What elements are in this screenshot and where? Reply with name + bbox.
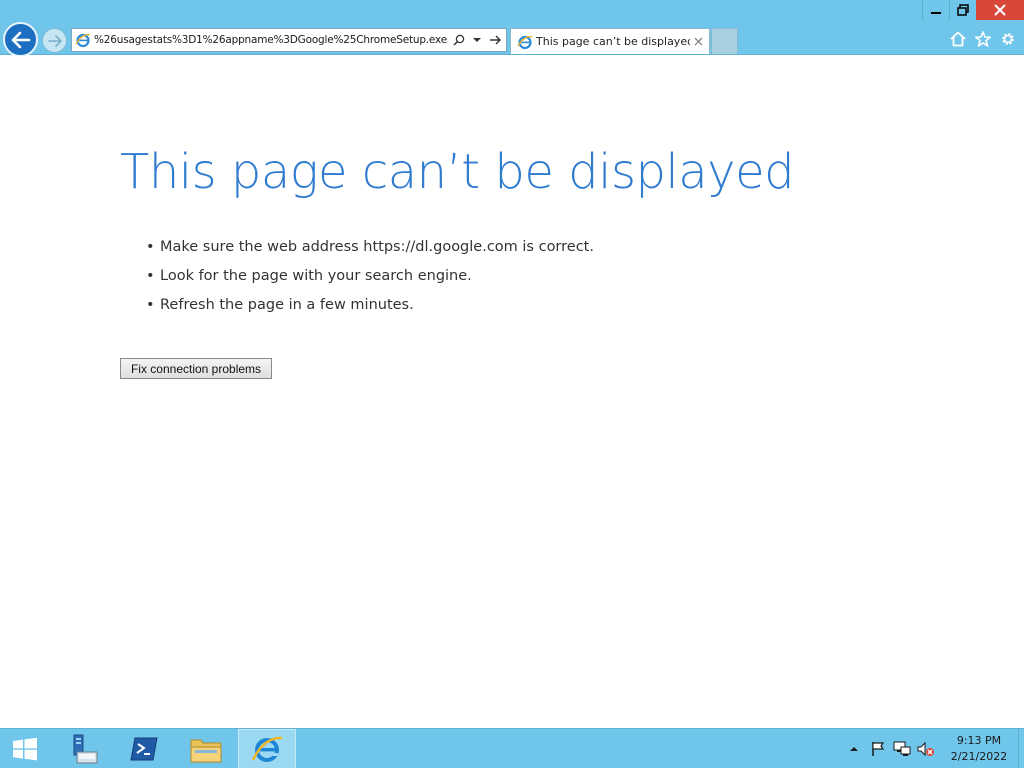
ie-favicon-icon (72, 29, 94, 51)
show-hidden-icons-chevron-icon[interactable] (844, 739, 864, 759)
server-manager-icon (73, 734, 98, 764)
suggestion-text: Refresh the page in a few minutes. (160, 297, 414, 313)
list-item: • Refresh the page in a few minutes. (146, 294, 594, 323)
taskbar-file-explorer[interactable] (180, 729, 232, 768)
page-title: This page can’t be displayed (120, 144, 795, 200)
ie-favicon-icon (514, 31, 536, 53)
forward-button[interactable] (42, 28, 67, 53)
minimize-icon (931, 12, 941, 14)
bullet: • (146, 268, 155, 284)
clock[interactable]: 9:13 PM 2/21/2022 (944, 733, 1014, 765)
window-controls (922, 0, 1024, 20)
taskbar-powershell[interactable] (118, 729, 170, 768)
clock-time: 9:13 PM (956, 734, 1002, 747)
page-content: This page can’t be displayed • Make sure … (0, 56, 1024, 728)
show-desktop-button[interactable] (1018, 729, 1024, 768)
gear-icon[interactable] (998, 28, 1018, 50)
restore-icon (957, 4, 969, 16)
go-arrow-icon[interactable] (486, 29, 504, 51)
tab-title: This page can’t be displayed (536, 35, 690, 48)
home-icon[interactable] (948, 28, 968, 50)
favorites-star-icon[interactable] (973, 28, 993, 50)
powershell-icon (130, 737, 158, 761)
system-tray: 9:13 PM 2/21/2022 (844, 729, 1024, 768)
list-item: • Look for the page with your search engi… (146, 265, 594, 294)
start-windows-icon (13, 737, 37, 761)
suggestion-list: • Make sure the web address https://dl.go… (146, 236, 594, 323)
restore-button[interactable] (949, 0, 976, 20)
bullet: • (146, 297, 155, 313)
bullet: • (146, 239, 155, 255)
tab-close-button[interactable] (690, 34, 706, 50)
taskbar-server-manager[interactable] (56, 729, 108, 768)
close-window-button[interactable] (976, 0, 1024, 20)
taskbar: 9:13 PM 2/21/2022 (0, 728, 1024, 768)
close-icon (694, 37, 702, 46)
address-input[interactable]: %26usagestats%3D1%26appname%3DGoogle%25C… (94, 34, 450, 46)
minimize-button[interactable] (922, 0, 949, 20)
speaker-muted-icon[interactable] (916, 739, 936, 759)
forward-arrow-icon (47, 34, 62, 47)
network-icon[interactable] (892, 739, 912, 759)
fix-connection-problems-button[interactable]: Fix connection problems (120, 358, 272, 379)
tab-active[interactable]: This page can’t be displayed (510, 28, 710, 54)
address-bar[interactable]: %26usagestats%3D1%26appname%3DGoogle%25C… (71, 28, 507, 52)
internet-explorer-icon (251, 736, 283, 762)
file-explorer-icon (190, 739, 222, 763)
list-item: • Make sure the web address https://dl.go… (146, 236, 594, 265)
search-icon[interactable] (450, 29, 468, 51)
new-tab-button[interactable] (711, 28, 738, 54)
browser-chrome: %26usagestats%3D1%26appname%3DGoogle%25C… (0, 0, 1024, 57)
back-arrow-icon (11, 31, 30, 48)
close-icon (994, 4, 1006, 16)
suggestion-text: Look for the page with your search engin… (160, 268, 472, 284)
clock-date: 2/21/2022 (950, 750, 1008, 763)
toolbar-right-icons (948, 28, 1018, 50)
back-button[interactable] (3, 22, 38, 57)
suggestion-text: Make sure the web address https://dl.goo… (160, 239, 594, 255)
chevron-down-icon[interactable] (468, 29, 486, 51)
taskbar-internet-explorer[interactable] (238, 729, 296, 768)
start-button[interactable] (0, 729, 50, 768)
action-center-flag-icon[interactable] (868, 739, 888, 759)
